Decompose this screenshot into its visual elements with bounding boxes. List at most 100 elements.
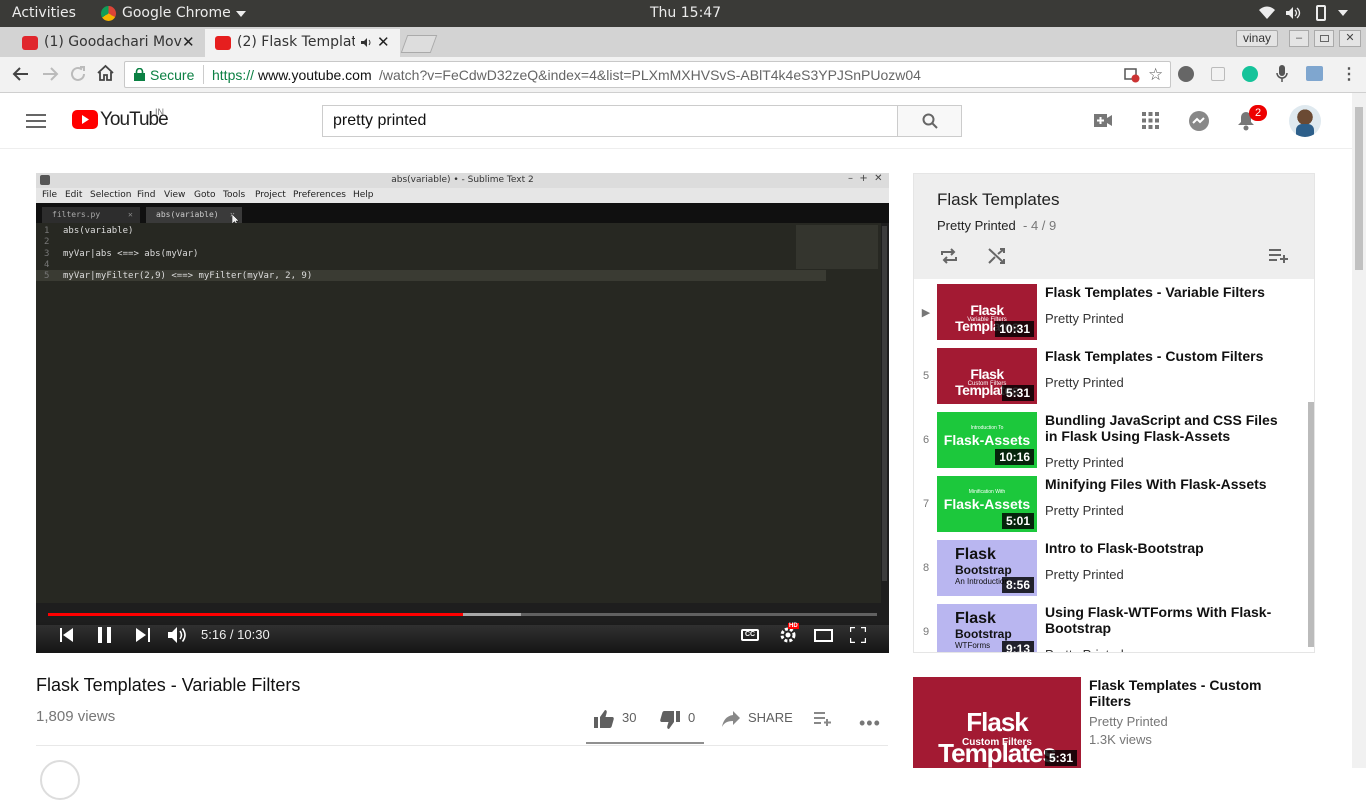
new-tab-button[interactable]: [400, 35, 438, 53]
playlist-scrollbar[interactable]: [1308, 402, 1314, 647]
sublime-menu-item: Project: [255, 190, 286, 200]
playlist-item-title[interactable]: Flask Templates - Custom Filters: [1045, 348, 1285, 364]
close-window-button[interactable]: ✕: [1339, 30, 1361, 47]
wifi-icon[interactable]: [1259, 6, 1275, 20]
playlist-item-title[interactable]: Minifying Files With Flask-Assets: [1045, 476, 1285, 492]
blocked-popup-icon[interactable]: [1124, 67, 1140, 83]
url-path: /watch?v=FeCdwD32zeQ&index=4&list=PLXmMX…: [379, 67, 921, 83]
playlist-item[interactable]: 5 Flask Templates Custom Filters 5:31 Flask …: [914, 348, 1314, 412]
close-tab-icon[interactable]: ✕: [377, 33, 390, 51]
like-count[interactable]: 30: [622, 710, 636, 725]
activities-button[interactable]: Activities: [12, 5, 76, 21]
line-number: 2: [44, 237, 50, 247]
grammarly-icon[interactable]: [1242, 66, 1258, 82]
theater-mode-icon[interactable]: [814, 629, 833, 642]
thumbnail-title: Flask-Assets: [943, 496, 1031, 512]
playlist-item[interactable]: 8 Flask Bootstrap An Introduction 8:56 Intro …: [914, 540, 1314, 604]
fullscreen-icon[interactable]: [850, 627, 866, 643]
playlist-item-thumbnail[interactable]: Flask Templates Custom Filters 5:31: [937, 348, 1037, 404]
playlist-item-thumbnail[interactable]: Flask Bootstrap An Introduction 8:56: [937, 540, 1037, 596]
maximize-window-button[interactable]: [1314, 30, 1334, 47]
extension-doc-icon[interactable]: [1211, 67, 1225, 81]
video-player[interactable]: abs(variable) • - Sublime Text 2 – + ✕ F…: [36, 173, 889, 653]
pause-icon[interactable]: [98, 627, 112, 643]
reload-icon[interactable]: [69, 65, 87, 83]
share-button[interactable]: SHARE: [748, 710, 793, 725]
dislike-count[interactable]: 0: [688, 710, 695, 725]
playlist-item[interactable]: 9 Flask Bootstrap WTForms 9:13 Using Flask-WT…: [914, 604, 1314, 652]
browser-tab-strip: (1) Goodachari Mov ✕ (2) Flask Templat ✕…: [0, 27, 1366, 57]
page-scrollbar[interactable]: [1352, 93, 1366, 768]
profile-button[interactable]: vinay: [1236, 30, 1278, 47]
recommended-video[interactable]: Flask Templates Custom Filters 5:31 Flas…: [913, 677, 1353, 768]
dislike-icon[interactable]: [660, 711, 680, 729]
sublime-code-area: 1 abs(variable) 2 3 myVar|abs <==> abs(m…: [36, 223, 887, 603]
like-icon[interactable]: [594, 710, 614, 728]
recommended-title[interactable]: Flask Templates - Custom Filters: [1089, 677, 1289, 709]
playlist-item-channel: Pretty Printed: [1045, 455, 1124, 470]
forward-icon[interactable]: [41, 65, 59, 83]
loop-playlist-icon[interactable]: [940, 247, 958, 265]
more-actions-icon[interactable]: •••: [859, 713, 881, 734]
line-number: 5: [44, 271, 50, 281]
audio-playing-icon[interactable]: [361, 37, 373, 48]
playlist-item-title[interactable]: Flask Templates - Variable Filters: [1045, 284, 1285, 300]
youtube-logo-icon[interactable]: [72, 110, 98, 129]
playlist-item[interactable]: ▶ Flask Templates Variable Filters 10:31 Fla…: [914, 284, 1314, 348]
os-top-bar: Activities Google Chrome Thu 15:47: [0, 0, 1366, 27]
page-scrollbar-thumb[interactable]: [1355, 107, 1363, 270]
lock-icon[interactable]: [134, 68, 145, 81]
playlist-item-thumbnail[interactable]: Flask Templates Variable Filters 10:31: [937, 284, 1037, 340]
clock[interactable]: Thu 15:47: [650, 5, 721, 21]
volume-icon[interactable]: [1285, 6, 1301, 20]
sublime-window-title: abs(variable) • - Sublime Text 2: [36, 173, 889, 188]
previous-video-icon[interactable]: [60, 628, 74, 642]
volume-icon[interactable]: [168, 626, 188, 644]
tab-flask-templates[interactable]: (2) Flask Templat ✕: [205, 29, 400, 57]
channel-avatar[interactable]: [40, 760, 80, 800]
playlist-item[interactable]: 7 Minification With Flask-Assets 5:01 Minify…: [914, 476, 1314, 540]
next-video-icon[interactable]: [136, 628, 150, 642]
chrome-menu-icon[interactable]: ⋮: [1341, 64, 1357, 84]
recommended-thumbnail[interactable]: Flask Templates Custom Filters 5:31: [913, 677, 1081, 768]
player-controls: 5:16 / 10:30 CC HD: [36, 621, 889, 653]
bookmark-star-icon[interactable]: ☆: [1148, 65, 1163, 85]
messages-icon[interactable]: [1188, 111, 1210, 131]
playlist-item-title[interactable]: Intro to Flask-Bootstrap: [1045, 540, 1285, 556]
battery-icon[interactable]: [1316, 5, 1326, 21]
back-icon[interactable]: [12, 65, 30, 83]
shuffle-playlist-icon[interactable]: [988, 247, 1006, 265]
extension-screen-icon[interactable]: [1306, 66, 1323, 81]
save-playlist-icon[interactable]: [1269, 249, 1289, 263]
playlist-item-thumbnail[interactable]: Minification With Flask-Assets 5:01: [937, 476, 1037, 532]
home-icon[interactable]: [96, 64, 115, 82]
microphone-icon[interactable]: [1276, 65, 1288, 83]
add-to-playlist-icon[interactable]: [814, 712, 832, 726]
playlist-item[interactable]: 6 Introduction To Flask-Assets 10:16 Bundlin…: [914, 412, 1314, 476]
share-icon[interactable]: [722, 711, 740, 727]
system-menu-chevron-icon[interactable]: [1338, 10, 1348, 16]
minimize-window-button[interactable]: –: [1289, 30, 1309, 47]
apps-grid-icon[interactable]: [1142, 112, 1159, 129]
playlist-item-title[interactable]: Bundling JavaScript and CSS Files in Fla…: [1045, 412, 1285, 444]
extension-shield-icon[interactable]: [1178, 66, 1194, 82]
upload-video-icon[interactable]: [1094, 114, 1112, 127]
search-button[interactable]: [897, 105, 962, 137]
line-number: 4: [44, 260, 50, 270]
playlist-item-thumbnail[interactable]: Flask Bootstrap WTForms 9:13: [937, 604, 1037, 652]
omnibox[interactable]: Secure https:// www.youtube.com /watch?v…: [124, 61, 1171, 88]
app-menu[interactable]: Google Chrome: [122, 5, 231, 21]
video-progress-bar[interactable]: [48, 613, 877, 616]
playlist-item-thumbnail[interactable]: Introduction To Flask-Assets 10:16: [937, 412, 1037, 468]
tab-goodachari[interactable]: (1) Goodachari Mov ✕: [12, 29, 202, 57]
recommended-channel[interactable]: Pretty Printed: [1089, 714, 1168, 729]
playlist-channel[interactable]: Pretty Printed: [937, 218, 1016, 233]
captions-icon[interactable]: CC: [741, 629, 759, 641]
playlist-item-title[interactable]: Using Flask-WTForms With Flask-Bootstrap: [1045, 604, 1285, 636]
close-tab-icon[interactable]: ✕: [182, 33, 195, 51]
search-input[interactable]: pretty printed: [322, 105, 898, 137]
user-avatar[interactable]: [1289, 105, 1321, 137]
playlist-title[interactable]: Flask Templates: [937, 190, 1060, 210]
hamburger-menu-icon[interactable]: [26, 113, 46, 129]
duration-badge: 10:16: [995, 449, 1034, 465]
